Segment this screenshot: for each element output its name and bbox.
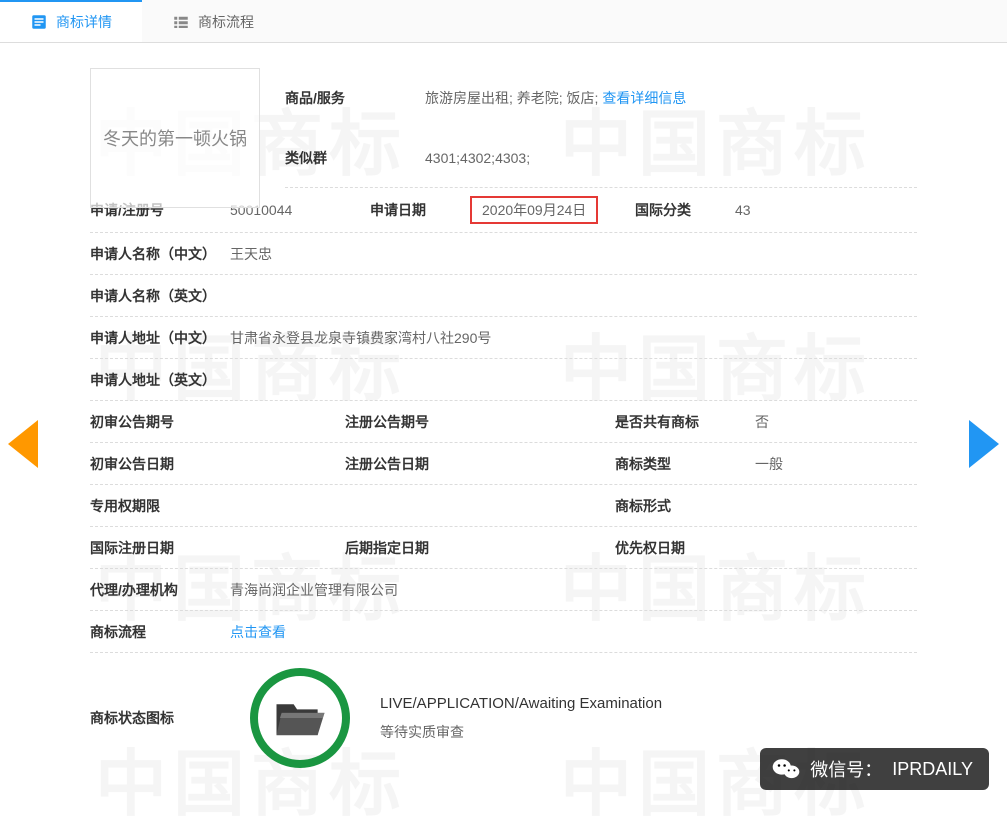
app-date-label: 申请日期 (370, 200, 460, 220)
list-icon (172, 13, 190, 31)
document-icon (30, 13, 48, 31)
similar-group-label: 类似群 (285, 148, 415, 168)
goods-detail-link[interactable]: 查看详细信息 (602, 90, 686, 106)
prelim-no-label: 初审公告期号 (90, 412, 220, 432)
app-date-value: 2020年09月24日 (470, 196, 598, 224)
priority-date-label: 优先权日期 (615, 538, 745, 558)
prelim-date-label: 初审公告日期 (90, 454, 220, 474)
content: 冬天的第一顿火锅 商品/服务 旅游房屋出租; 养老院; 饭店; 查看详细信息 类… (0, 43, 1007, 803)
process-label: 商标流程 (90, 622, 220, 642)
prev-arrow[interactable] (8, 420, 38, 468)
reg-no-label: 注册公告期号 (345, 412, 475, 432)
status-icon-circle (250, 668, 350, 768)
wechat-icon (772, 757, 800, 781)
excl-right-label: 专用权期限 (90, 496, 220, 516)
goods-value: 旅游房屋出租; 养老院; 饭店; (425, 90, 602, 106)
later-date-label: 后期指定日期 (345, 538, 475, 558)
trademark-text: 冬天的第一顿火锅 (103, 125, 247, 151)
wechat-overlay: 微信号： IPRDAILY (760, 748, 989, 790)
applicant-name-cn-value: 王天忠 (230, 244, 917, 264)
intl-class-label: 国际分类 (635, 200, 725, 220)
applicant-addr-cn-label: 申请人地址（中文） (90, 328, 220, 348)
applicant-addr-cn-value: 甘肃省永登县龙泉寺镇费家湾村八社290号 (230, 328, 917, 348)
goods-label: 商品/服务 (285, 88, 415, 108)
trademark-image: 冬天的第一顿火锅 (90, 68, 260, 208)
wechat-id: IPRDAILY (892, 759, 973, 780)
tab-details[interactable]: 商标详情 (0, 0, 142, 42)
joint-label: 是否共有商标 (615, 412, 745, 432)
similar-group-value: 4301;4302;4303; (425, 150, 917, 166)
tab-label: 商标详情 (56, 12, 112, 32)
status-chinese: 等待实质审查 (380, 722, 662, 742)
intl-reg-date-label: 国际注册日期 (90, 538, 220, 558)
applicant-addr-en-label: 申请人地址（英文） (90, 370, 220, 390)
applicant-name-en-label: 申请人名称（英文） (90, 286, 220, 306)
wechat-label: 微信号： (810, 756, 882, 782)
reg-date-label: 注册公告日期 (345, 454, 475, 474)
process-link[interactable]: 点击查看 (230, 622, 917, 642)
intl-class-value: 43 (735, 202, 865, 218)
folder-open-icon (273, 694, 328, 742)
applicant-name-cn-label: 申请人名称（中文） (90, 244, 220, 264)
tm-type-value: 一般 (755, 454, 917, 474)
agency-value: 青海尚润企业管理有限公司 (230, 580, 917, 600)
status-english: LIVE/APPLICATION/Awaiting Examination (380, 695, 662, 712)
agency-label: 代理/办理机构 (90, 580, 220, 600)
next-arrow[interactable] (969, 420, 999, 468)
tab-label: 商标流程 (198, 12, 254, 32)
tm-type-label: 商标类型 (615, 454, 745, 474)
joint-value: 否 (755, 412, 917, 432)
status-label: 商标状态图标 (90, 708, 220, 728)
tab-process[interactable]: 商标流程 (142, 0, 284, 42)
tm-form-label: 商标形式 (615, 496, 745, 516)
tab-bar: 商标详情 商标流程 (0, 0, 1007, 43)
